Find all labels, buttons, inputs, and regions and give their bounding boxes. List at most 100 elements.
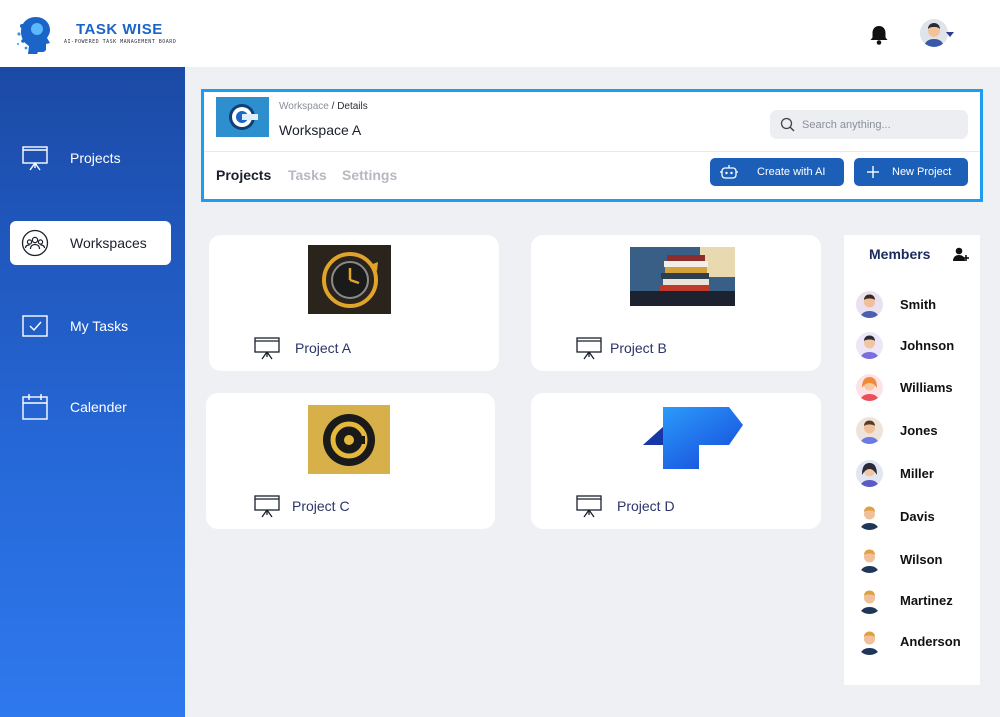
app-tagline: AI-POWERED TASK MANAGEMENT BOARD bbox=[64, 39, 177, 45]
header-divider bbox=[204, 151, 980, 152]
member-item[interactable]: Wilson bbox=[856, 546, 976, 574]
workspace-logo-image bbox=[216, 97, 269, 137]
member-item[interactable]: Miller bbox=[856, 460, 976, 488]
project-name: Project B bbox=[610, 340, 667, 356]
sidebar-item-my-tasks[interactable]: My Tasks bbox=[10, 304, 171, 348]
sidebar-item-calender[interactable]: Calender bbox=[10, 385, 171, 429]
user-avatar[interactable] bbox=[920, 19, 948, 47]
member-item[interactable]: Davis bbox=[856, 503, 976, 531]
search-input[interactable] bbox=[802, 116, 957, 133]
member-face-icon bbox=[856, 546, 883, 573]
sidebar-item-label: Workspaces bbox=[70, 235, 147, 251]
member-name: Williams bbox=[900, 380, 953, 395]
presentation-board-icon bbox=[576, 337, 602, 360]
sidebar-item-workspaces[interactable]: Workspaces bbox=[10, 221, 171, 265]
app-name: TASK WISE bbox=[76, 21, 163, 38]
tab-projects[interactable]: Projects bbox=[216, 167, 271, 183]
member-item[interactable]: Jones bbox=[856, 417, 976, 445]
calendar-icon bbox=[22, 394, 48, 420]
blue-ribbon-logo-image bbox=[641, 405, 745, 471]
workspace-emblem-icon bbox=[216, 97, 269, 137]
member-name: Anderson bbox=[900, 634, 961, 649]
presentation-board-icon bbox=[254, 495, 280, 518]
member-item[interactable]: Smith bbox=[856, 291, 976, 319]
sidebar-item-label: Calender bbox=[70, 399, 127, 415]
member-face-icon bbox=[856, 503, 883, 530]
tab-tasks[interactable]: Tasks bbox=[288, 167, 327, 183]
breadcrumb-separator: / bbox=[328, 101, 338, 112]
member-name: Wilson bbox=[900, 552, 943, 567]
breadcrumb-current: Details bbox=[337, 101, 368, 112]
member-item[interactable]: Williams bbox=[856, 374, 976, 402]
project-card-a[interactable]: Project A bbox=[209, 235, 499, 371]
sidebar-item-projects[interactable]: Projects bbox=[10, 136, 171, 180]
member-face-icon bbox=[856, 460, 883, 487]
member-face-icon bbox=[856, 291, 883, 318]
avatar bbox=[856, 332, 883, 359]
avatar bbox=[856, 503, 883, 530]
page-title: Workspace A bbox=[279, 122, 362, 138]
member-name: Jones bbox=[900, 423, 938, 438]
member-item[interactable]: Anderson bbox=[856, 628, 976, 656]
presentation-board-icon bbox=[22, 146, 48, 171]
avatar bbox=[856, 460, 883, 487]
member-face-icon bbox=[856, 628, 883, 655]
create-with-ai-label: Create with AI bbox=[757, 166, 826, 178]
presentation-board-icon bbox=[254, 337, 280, 360]
top-bar: TASK WISE AI-POWERED TASK MANAGEMENT BOA… bbox=[0, 0, 1000, 67]
gold-logo-image bbox=[308, 405, 390, 474]
create-with-ai-button[interactable]: Create with AI bbox=[710, 158, 844, 186]
new-project-label: New Project bbox=[892, 166, 952, 178]
search-box[interactable] bbox=[770, 110, 968, 139]
presentation-board-icon bbox=[576, 495, 602, 518]
project-card-c[interactable]: Project C bbox=[206, 393, 495, 529]
breadcrumb: Workspace / Details bbox=[279, 101, 368, 112]
project-name: Project C bbox=[292, 498, 350, 514]
workspace-header: Workspace / Details Workspace A Projects… bbox=[201, 89, 983, 202]
member-name: Davis bbox=[900, 509, 935, 524]
avatar bbox=[856, 291, 883, 318]
checkbox-icon bbox=[22, 315, 48, 337]
blue-ribbon-logo-icon bbox=[643, 407, 743, 469]
breadcrumb-parent[interactable]: Workspace bbox=[279, 101, 329, 112]
user-face-icon bbox=[920, 19, 948, 47]
project-card-b[interactable]: Project B bbox=[531, 235, 821, 371]
add-user-icon[interactable] bbox=[953, 247, 969, 262]
avatar bbox=[856, 374, 883, 401]
member-face-icon bbox=[856, 332, 883, 359]
project-name: Project D bbox=[617, 498, 675, 514]
member-item[interactable]: Johnson bbox=[856, 332, 976, 360]
project-card-d[interactable]: Project D bbox=[531, 393, 821, 529]
notification-bell-icon[interactable] bbox=[868, 24, 890, 46]
member-face-icon bbox=[856, 587, 883, 614]
project-name: Project A bbox=[295, 340, 352, 356]
sidebar-item-label: Projects bbox=[70, 150, 121, 166]
avatar bbox=[856, 417, 883, 444]
chevron-down-icon[interactable] bbox=[946, 32, 954, 37]
avatar bbox=[856, 587, 883, 614]
sidebar: Projects Workspaces My Tasks Calender bbox=[0, 67, 185, 717]
new-project-button[interactable]: New Project bbox=[854, 158, 968, 186]
search-icon bbox=[780, 117, 795, 132]
member-name: Johnson bbox=[900, 338, 955, 353]
brain-head-logo-icon bbox=[16, 17, 50, 54]
tab-settings[interactable]: Settings bbox=[342, 167, 397, 183]
robot-icon bbox=[720, 165, 738, 179]
member-name: Smith bbox=[900, 297, 937, 312]
book-stack-image bbox=[630, 247, 735, 306]
member-item[interactable]: Martinez bbox=[856, 587, 976, 615]
gold-logo-icon bbox=[308, 405, 390, 474]
members-title: Members bbox=[869, 246, 931, 262]
plus-icon bbox=[867, 166, 879, 178]
book-stack-icon bbox=[630, 247, 735, 306]
avatar bbox=[856, 628, 883, 655]
clock-emblem-image bbox=[308, 245, 391, 314]
sidebar-item-label: My Tasks bbox=[70, 318, 129, 334]
member-name: Miller bbox=[900, 466, 934, 481]
avatar bbox=[856, 546, 883, 573]
clock-emblem-icon bbox=[308, 245, 391, 314]
members-panel: Members Smith Johnson Williams Jones Mil… bbox=[844, 235, 980, 685]
member-face-icon bbox=[856, 374, 883, 401]
member-face-icon bbox=[856, 417, 883, 444]
member-name: Martinez bbox=[900, 593, 953, 608]
